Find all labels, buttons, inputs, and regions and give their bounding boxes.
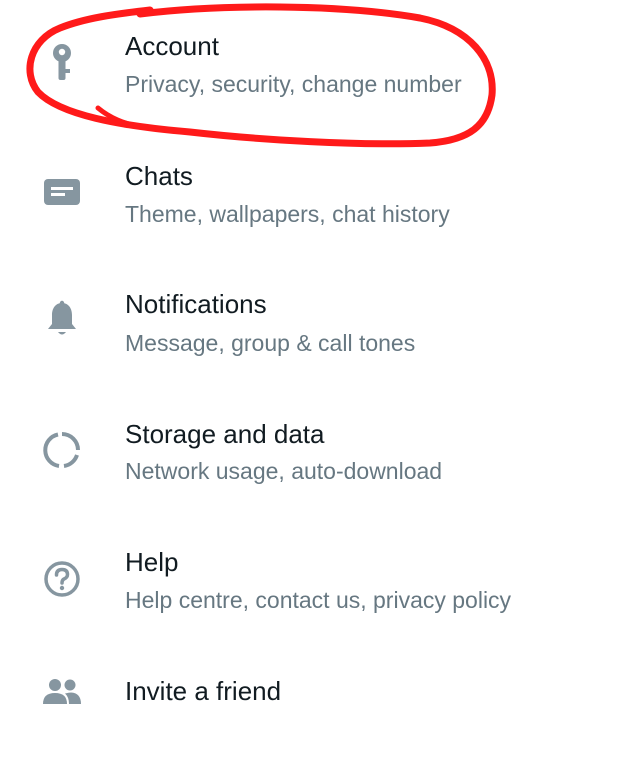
settings-item-notifications[interactable]: Notifications Message, group & call tone… [0, 260, 624, 360]
bell-icon [40, 297, 84, 341]
people-icon [40, 670, 84, 714]
settings-item-help[interactable]: Help Help centre, contact us, privacy po… [0, 518, 624, 618]
settings-item-title: Storage and data [125, 419, 325, 449]
settings-item-chats[interactable]: Chats Theme, wallpapers, chat history [0, 130, 624, 230]
settings-item-title: Notifications [125, 289, 267, 319]
settings-list: Account Privacy, security, change number… [0, 0, 624, 762]
settings-item-subtitle: Message, group & call tones [125, 330, 416, 356]
help-icon [40, 557, 84, 601]
chat-icon [40, 170, 84, 214]
data-usage-icon [40, 428, 84, 472]
settings-item-title: Chats [125, 161, 193, 191]
settings-item-subtitle: Theme, wallpapers, chat history [125, 201, 450, 227]
key-icon [40, 40, 84, 84]
settings-item-invite-a-friend[interactable]: Invite a friend [0, 648, 624, 748]
settings-item-title: Invite a friend [125, 676, 282, 706]
settings-item-subtitle: Network usage, auto-download [125, 458, 443, 484]
settings-item-title: Help [125, 547, 179, 577]
settings-item-storage-and-data[interactable]: Storage and data Network usage, auto-dow… [0, 390, 624, 490]
settings-item-account[interactable]: Account Privacy, security, change number [0, 0, 624, 100]
settings-item-title: Account [125, 31, 219, 61]
settings-item-subtitle: Help centre, contact us, privacy policy [125, 587, 512, 613]
settings-item-subtitle: Privacy, security, change number [125, 71, 462, 97]
